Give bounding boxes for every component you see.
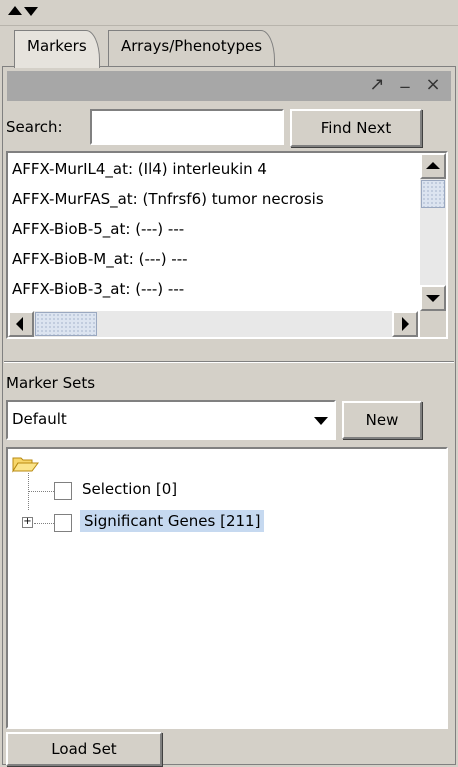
scroll-down-button[interactable] — [420, 285, 446, 311]
arrow-up-icon — [426, 162, 440, 169]
tab-arrays-phenotypes-label: Arrays/Phenotypes — [121, 37, 263, 55]
tree-item-selection[interactable]: Selection [0] — [82, 480, 177, 498]
search-label: Search: — [6, 118, 63, 136]
horizontal-scroll-thumb[interactable] — [35, 312, 97, 336]
marker-set-select-value: Default — [12, 410, 67, 428]
list-item[interactable]: AFFX-MurIL4_at: (Il4) interleukin 4 — [12, 155, 267, 183]
minimize-icon[interactable]: _ — [393, 65, 417, 95]
scroll-up-button[interactable] — [420, 153, 446, 179]
selection-checkbox[interactable] — [54, 482, 72, 500]
find-next-button[interactable]: Find Next — [290, 109, 422, 147]
marker-list-horizontal-scrollbar[interactable] — [8, 311, 418, 337]
arrow-left-icon — [16, 317, 23, 331]
split-divider[interactable] — [4, 361, 454, 363]
marker-set-select[interactable]: Default — [6, 400, 336, 440]
close-icon[interactable]: × — [421, 71, 445, 101]
tab-arrays-phenotypes[interactable]: Arrays/Phenotypes — [108, 30, 276, 66]
scrollbar-corner — [420, 311, 446, 337]
list-item[interactable]: AFFX-MurFAS_at: (Tnfrsf6) tumor necrosis — [12, 185, 324, 213]
list-item[interactable]: AFFX-BioB-M_at: (---) --- — [12, 245, 188, 273]
top-strip — [0, 0, 458, 26]
scroll-right-button[interactable] — [392, 311, 418, 337]
search-input[interactable] — [90, 109, 284, 145]
arrow-right-icon — [402, 317, 409, 331]
marker-sets-label: Marker Sets — [6, 374, 96, 392]
collapse-down-icon[interactable] — [24, 7, 38, 16]
new-set-button[interactable]: New — [342, 401, 422, 439]
expand-plus-icon[interactable]: + — [22, 517, 33, 528]
tab-markers-label: Markers — [27, 37, 87, 55]
folder-open-icon[interactable] — [12, 455, 40, 473]
vertical-scroll-thumb[interactable] — [421, 180, 445, 208]
tree-connector — [28, 491, 54, 492]
arrow-down-icon — [426, 295, 440, 302]
list-item[interactable]: AFFX-BioB-3_at: (---) --- — [12, 275, 184, 303]
collapse-up-icon[interactable] — [8, 6, 22, 15]
marker-list-vertical-scrollbar[interactable] — [420, 153, 446, 337]
maximize-arrow-icon[interactable]: ↗ — [365, 71, 389, 101]
tree-item-significant-genes[interactable]: Significant Genes [211] — [80, 510, 265, 532]
tab-markers[interactable]: Markers — [14, 30, 100, 68]
load-set-button[interactable]: Load Set — [6, 732, 162, 766]
list-item[interactable]: AFFX-BioB-5_at: (---) --- — [12, 215, 184, 243]
scroll-left-button[interactable] — [8, 311, 34, 337]
significant-genes-checkbox[interactable] — [54, 514, 72, 532]
panel-title-bar: ↗ _ × — [7, 68, 451, 101]
marker-set-tree: Selection [0] + Significant Genes [211] — [6, 447, 448, 729]
tree-connector — [34, 523, 54, 524]
chevron-down-icon[interactable] — [314, 417, 328, 425]
